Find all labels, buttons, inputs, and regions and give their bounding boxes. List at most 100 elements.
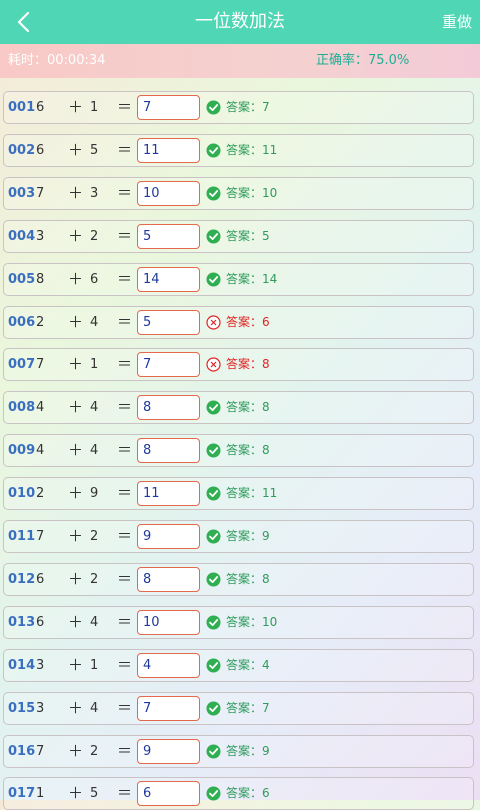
plus-sign: ＋ bbox=[68, 742, 84, 760]
answer-input[interactable]: 14 bbox=[137, 267, 200, 292]
correct-answer: 答案：10 bbox=[226, 186, 278, 200]
equals-sign: ＝ bbox=[117, 570, 133, 588]
problem-index: 011 bbox=[8, 529, 36, 544]
check-circle-icon bbox=[206, 529, 221, 544]
plus-sign: ＋ bbox=[68, 398, 84, 416]
plus-sign: ＋ bbox=[68, 613, 84, 631]
operand-a: 6 bbox=[36, 615, 45, 630]
operand-b: 4 bbox=[90, 315, 99, 330]
operand-b: 1 bbox=[90, 357, 99, 372]
answer-input[interactable]: 6 bbox=[137, 781, 200, 806]
equals-sign: ＝ bbox=[117, 784, 133, 802]
answer-input[interactable]: 7 bbox=[137, 95, 200, 120]
plus-sign: ＋ bbox=[68, 227, 84, 245]
operand-b: 3 bbox=[90, 186, 99, 201]
title-bar: 一位数加法 重做 bbox=[0, 0, 480, 44]
answer-input[interactable]: 9 bbox=[137, 739, 200, 764]
operand-b: 4 bbox=[90, 615, 99, 630]
answer-input[interactable]: 11 bbox=[137, 138, 200, 163]
operand-b: 2 bbox=[90, 529, 99, 544]
check-circle-icon bbox=[206, 615, 221, 630]
problem-index: 010 bbox=[8, 486, 36, 501]
plus-sign: ＋ bbox=[68, 441, 84, 459]
equals-sign: ＝ bbox=[117, 184, 133, 202]
correct-answer: 答案：7 bbox=[226, 100, 270, 114]
operand-a: 6 bbox=[36, 143, 45, 158]
operand-b: 1 bbox=[90, 658, 99, 673]
redo-button[interactable]: 重做 bbox=[442, 0, 472, 44]
problem-index: 012 bbox=[8, 572, 36, 587]
problem-row: 002 6 ＋ 5 ＝ 11 答案：11 bbox=[3, 134, 474, 167]
answer-input[interactable]: 10 bbox=[137, 610, 200, 635]
correct-answer: 答案：4 bbox=[226, 658, 270, 672]
operand-b: 4 bbox=[90, 701, 99, 716]
answer-input[interactable]: 11 bbox=[137, 481, 200, 506]
status-bar: 耗时：00:00:34 正确率：75.0% bbox=[0, 44, 480, 78]
operand-a: 3 bbox=[36, 658, 45, 673]
equals-sign: ＝ bbox=[117, 656, 133, 674]
operand-a: 3 bbox=[36, 229, 45, 244]
plus-sign: ＋ bbox=[68, 656, 84, 674]
answer-input[interactable]: 10 bbox=[137, 181, 200, 206]
problem-index: 004 bbox=[8, 229, 36, 244]
x-circle-icon bbox=[206, 315, 221, 330]
answer-input[interactable]: 8 bbox=[137, 438, 200, 463]
problem-index: 015 bbox=[8, 701, 36, 716]
plus-sign: ＋ bbox=[68, 184, 84, 202]
problem-index: 002 bbox=[8, 143, 36, 158]
operand-b: 5 bbox=[90, 786, 99, 801]
problem-index: 003 bbox=[8, 186, 36, 201]
problem-row: 006 2 ＋ 4 ＝ 5 答案：6 bbox=[3, 306, 474, 339]
problem-index: 007 bbox=[8, 357, 36, 372]
operand-b: 4 bbox=[90, 443, 99, 458]
answer-input[interactable]: 5 bbox=[137, 224, 200, 249]
problem-index: 005 bbox=[8, 272, 36, 287]
answer-input[interactable]: 7 bbox=[137, 696, 200, 721]
operand-a: 6 bbox=[36, 572, 45, 587]
correct-answer: 答案：11 bbox=[226, 143, 278, 157]
problem-index: 008 bbox=[8, 400, 36, 415]
equals-sign: ＝ bbox=[117, 227, 133, 245]
operand-a: 1 bbox=[36, 786, 45, 801]
correct-answer: 答案：6 bbox=[226, 786, 270, 800]
problem-row: 008 4 ＋ 4 ＝ 8 答案：8 bbox=[3, 391, 474, 424]
equals-sign: ＝ bbox=[117, 527, 133, 545]
equals-sign: ＝ bbox=[117, 313, 133, 331]
accuracy-rate: 正确率：75.0% bbox=[316, 53, 410, 68]
operand-a: 8 bbox=[36, 272, 45, 287]
check-circle-icon bbox=[206, 229, 221, 244]
operand-b: 2 bbox=[90, 229, 99, 244]
correct-answer: 答案：8 bbox=[226, 572, 270, 586]
plus-sign: ＋ bbox=[68, 784, 84, 802]
answer-input[interactable]: 9 bbox=[137, 524, 200, 549]
answer-input[interactable]: 8 bbox=[137, 567, 200, 592]
operand-a: 4 bbox=[36, 400, 45, 415]
problem-index: 014 bbox=[8, 658, 36, 673]
problem-row: 009 4 ＋ 4 ＝ 8 答案：8 bbox=[3, 434, 474, 467]
plus-sign: ＋ bbox=[68, 527, 84, 545]
correct-answer: 答案：9 bbox=[226, 529, 270, 543]
problem-row: 001 6 ＋ 1 ＝ 7 答案：7 bbox=[3, 91, 474, 124]
plus-sign: ＋ bbox=[68, 98, 84, 116]
plus-sign: ＋ bbox=[68, 313, 84, 331]
elapsed-time: 耗时：00:00:34 bbox=[8, 53, 106, 68]
equals-sign: ＝ bbox=[117, 141, 133, 159]
problem-row: 012 6 ＋ 2 ＝ 8 答案：8 bbox=[3, 563, 474, 596]
problem-row: 011 7 ＋ 2 ＝ 9 答案：9 bbox=[3, 520, 474, 553]
answer-input[interactable]: 8 bbox=[137, 395, 200, 420]
correct-answer: 答案：11 bbox=[226, 486, 278, 500]
answer-input[interactable]: 4 bbox=[137, 653, 200, 678]
page-title: 一位数加法 bbox=[195, 11, 285, 32]
equals-sign: ＝ bbox=[117, 484, 133, 502]
operand-a: 7 bbox=[36, 357, 45, 372]
operand-a: 2 bbox=[36, 486, 45, 501]
answer-input[interactable]: 5 bbox=[137, 310, 200, 335]
equals-sign: ＝ bbox=[117, 398, 133, 416]
equals-sign: ＝ bbox=[117, 270, 133, 288]
operand-b: 1 bbox=[90, 100, 99, 115]
answer-input[interactable]: 7 bbox=[137, 352, 200, 377]
problem-row: 004 3 ＋ 2 ＝ 5 答案：5 bbox=[3, 220, 474, 253]
check-circle-icon bbox=[206, 572, 221, 587]
operand-b: 5 bbox=[90, 143, 99, 158]
problem-row: 010 2 ＋ 9 ＝ 11 答案：11 bbox=[3, 477, 474, 510]
